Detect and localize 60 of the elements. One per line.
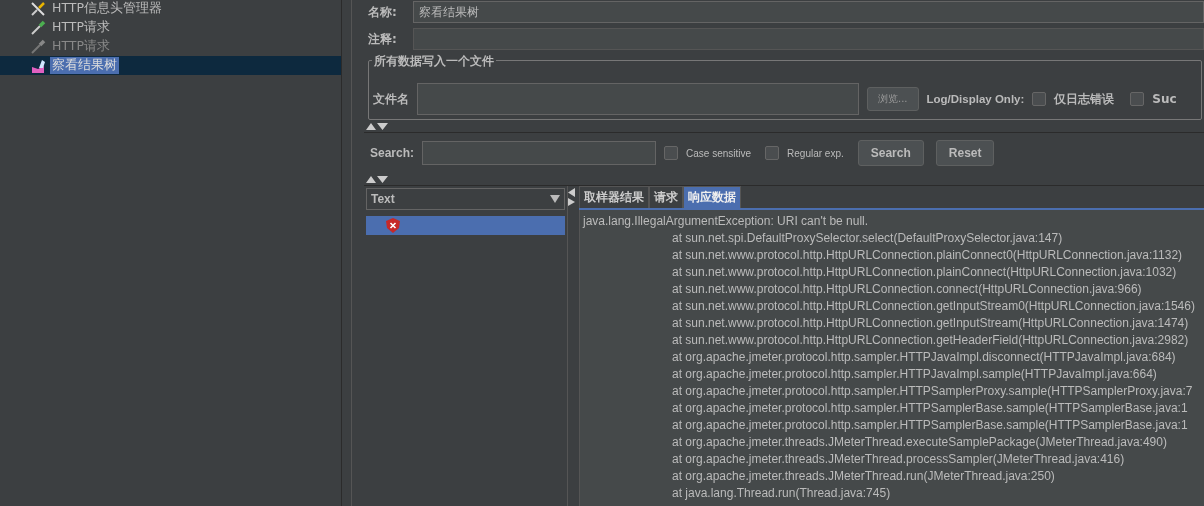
pipette-icon xyxy=(30,19,46,36)
file-name-label: 文件名 xyxy=(373,90,409,108)
tree-item[interactable]: HTTP请求 xyxy=(0,18,341,37)
tab[interactable]: 响应数据 xyxy=(683,186,741,208)
search-button[interactable]: Reset xyxy=(935,140,995,166)
chart-icon xyxy=(30,57,46,74)
comment-field[interactable] xyxy=(413,28,1204,50)
response-line: at sun.net.www.protocol.http.HttpURLConnection.getInputStream(HttpURLConnection.java:1474) xyxy=(671,315,1190,332)
log-display-label: Log/Display Only: xyxy=(926,93,1025,105)
checkbox-label: Suc xyxy=(1152,92,1177,106)
response-line: at org.apache.jmeter.protocol.http.sampler.HTTPSamplerBase.sample(HTTPSamplerBase.java:1 xyxy=(671,417,1189,434)
response-line: at org.apache.jmeter.threads.JMeterThread.run(JMeterThread.java:250) xyxy=(671,468,1056,485)
response-line: at sun.net.www.protocol.http.HttpURLConnection.plainConnect0(HttpURLConnection.java:1132) xyxy=(671,247,1184,264)
checkbox[interactable] xyxy=(664,146,679,160)
tools-icon xyxy=(30,0,46,17)
pipette-icon xyxy=(30,38,46,55)
splitter-handle[interactable] xyxy=(341,0,352,506)
checkbox[interactable] xyxy=(1130,92,1145,106)
file-name-field[interactable] xyxy=(417,83,859,115)
checkbox-label: Case sensitive xyxy=(686,147,752,159)
comment-label: 注释: xyxy=(367,30,398,48)
browse-button[interactable]: 浏览... xyxy=(867,87,919,111)
renderer-dropdown[interactable]: Text xyxy=(366,188,565,210)
search-label: Search: xyxy=(370,146,415,160)
response-line: at org.apache.jmeter.protocol.http.sampler.HTTPJavaImpl.disconnect(HTTPJavaImpl.java:684) xyxy=(671,349,1177,366)
tab[interactable]: 请求 xyxy=(649,186,683,208)
collapse-arrows-icon[interactable] xyxy=(366,175,388,183)
tree-label: HTTP请求 xyxy=(51,19,111,36)
response-line: at org.apache.jmeter.threads.JMeterThread.executeSamplePackage(JMeterThread.java:490) xyxy=(671,434,1168,451)
collapse-arrows-icon[interactable] xyxy=(366,122,388,130)
search-button[interactable]: Search xyxy=(857,140,924,166)
tree-label: HTTP信息头管理器 xyxy=(51,0,163,17)
tree-label: HTTP请求 xyxy=(51,38,111,55)
dropdown-arrow-icon xyxy=(550,195,560,203)
checkbox-label: 仅日志错误 xyxy=(1054,90,1115,108)
response-line: at java.lang.Thread.run(Thread.java:745) xyxy=(671,485,892,502)
expand-arrows-icon[interactable] xyxy=(568,188,575,206)
tree-item[interactable]: HTTP信息头管理器 xyxy=(0,0,341,18)
response-line: at sun.net.www.protocol.http.HttpURLConnection.plainConnect(HttpURLConnection.java:1032) xyxy=(671,264,1178,281)
tab[interactable]: 取样器结果 xyxy=(579,186,649,208)
response-line: at sun.net.www.protocol.http.HttpURLConnection.getInputStream0(HttpURLConnection.java:1546) xyxy=(671,298,1196,315)
response-line: java.lang.IllegalArgumentException: URI can't be null. xyxy=(583,213,870,230)
response-line: at sun.net.www.protocol.http.HttpURLConnection.getHeaderField(HttpURLConnection.java:2982) xyxy=(671,332,1190,349)
tree-item[interactable]: 察看结果树 xyxy=(0,56,341,75)
response-line: at org.apache.jmeter.protocol.http.sampler.HTTPSamplerProxy.sample(HTTPSamplerProxy.java:7 xyxy=(671,383,1194,400)
checkbox-label: Regular exp. xyxy=(787,147,844,159)
response-line: at org.apache.jmeter.protocol.http.sampler.HTTPJavaImpl.sample(HTTPJavaImpl.java:664) xyxy=(671,366,1158,383)
checkbox[interactable] xyxy=(765,146,780,160)
tree-label: 察看结果树 xyxy=(50,57,119,74)
name-field[interactable]: 察看结果树 xyxy=(413,1,1204,23)
checkbox[interactable] xyxy=(1032,92,1047,106)
response-line: at sun.net.spi.DefaultProxySelector.select(DefaultProxySelector.java:147) xyxy=(671,230,1064,247)
response-line: at org.apache.jmeter.threads.JMeterThread.processSampler(JMeterThread.java:416) xyxy=(671,451,1126,468)
response-line: at org.apache.jmeter.protocol.http.sampler.HTTPSamplerBase.sample(HTTPSamplerBase.java:1 xyxy=(671,400,1189,417)
search-field[interactable] xyxy=(422,141,657,165)
result-row[interactable] xyxy=(366,216,565,235)
error-shield-icon xyxy=(386,218,400,233)
response-line: at sun.net.www.protocol.http.HttpURLConnection.connect(HttpURLConnection.java:966) xyxy=(671,281,1143,298)
group-title: 所有数据写入一个文件 xyxy=(372,53,496,70)
name-label: 名称: xyxy=(367,3,398,21)
